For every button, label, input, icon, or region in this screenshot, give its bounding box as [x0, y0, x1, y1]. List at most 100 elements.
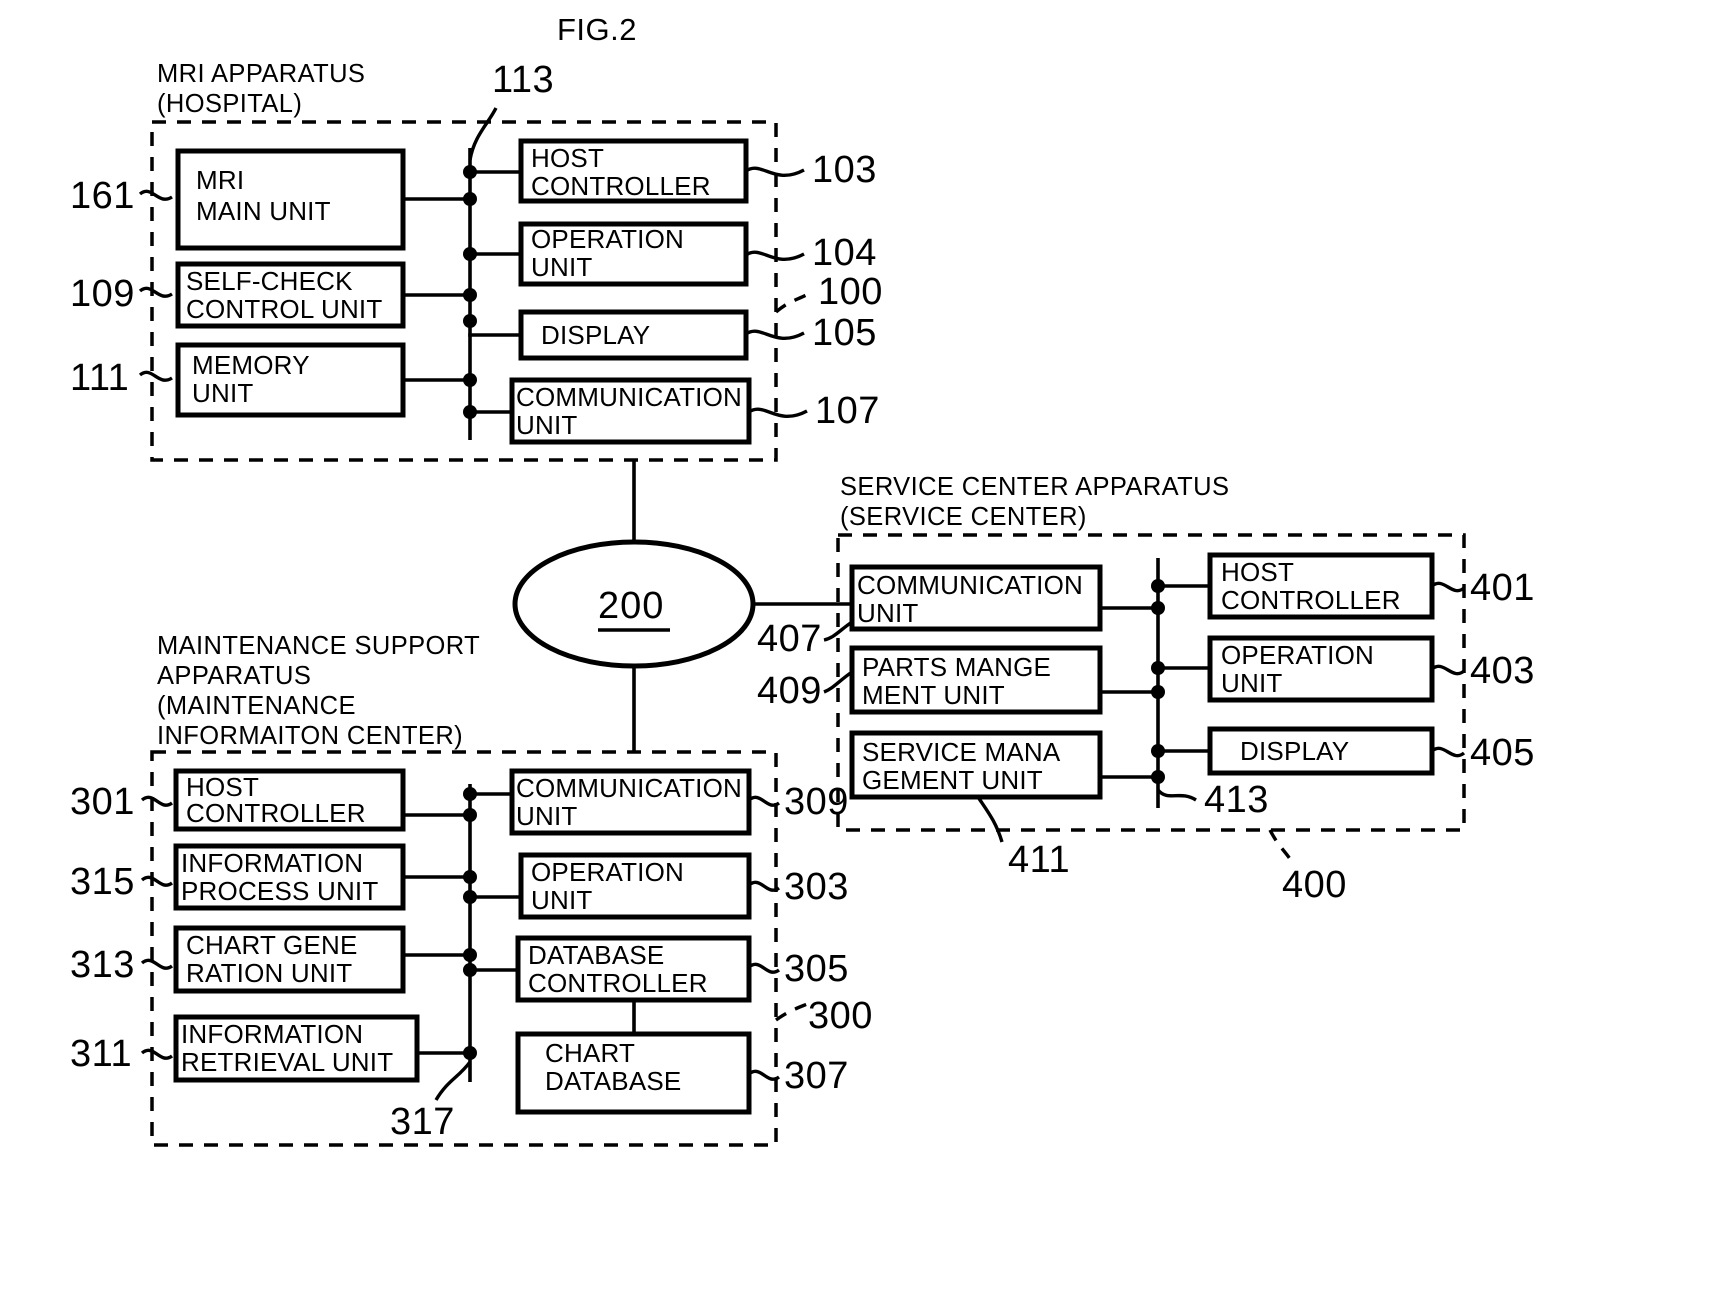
figure-canvas: FIG.2 MRI APPARATUS (HOSPITAL) 113 MRI M… — [0, 0, 1713, 1312]
ref-lead-313 — [140, 958, 174, 970]
ref-161: 161 — [70, 175, 135, 217]
ref-409: 409 — [757, 670, 822, 712]
service-display-label: DISPLAY — [1240, 736, 1349, 766]
ref-lead-400 — [1268, 829, 1294, 863]
bus-node — [463, 373, 477, 387]
ref-305: 305 — [784, 948, 849, 990]
ref-313: 313 — [70, 944, 135, 986]
bus-node — [463, 870, 477, 884]
ref-307: 307 — [784, 1055, 849, 1097]
bus-node — [1151, 770, 1165, 784]
mri-host-controller-label-line1: HOST — [531, 143, 604, 173]
service-group-title-line2: (SERVICE CENTER) — [840, 503, 1087, 531]
maintenance-operation-label-line1: OPERATION — [531, 857, 684, 887]
info-process-label-line1: INFORMATION — [181, 848, 363, 878]
service-mgmt-label-line2: GEMENT UNIT — [862, 765, 1043, 795]
bus-node — [1151, 601, 1165, 615]
ref-301: 301 — [70, 781, 135, 823]
ref-403: 403 — [1470, 650, 1535, 692]
chart-database-label-line1: CHART — [545, 1038, 635, 1068]
chart-generation-label-line1: CHART GENE — [186, 930, 358, 960]
maintenance-host-label-line2: CONTROLLER — [186, 798, 366, 828]
ref-lead-403 — [1430, 664, 1466, 676]
ref-100: 100 — [818, 271, 883, 313]
service-operation-label-line2: UNIT — [1221, 668, 1282, 698]
parts-mgmt-label-line1: PARTS MANGE — [862, 652, 1051, 682]
mri-operation-unit-label-line2: UNIT — [531, 252, 592, 282]
maintenance-comm-label-line2: UNIT — [516, 801, 577, 831]
maintenance-group-title-line1: MAINTENANCE SUPPORT — [157, 632, 480, 660]
ref-311: 311 — [70, 1033, 132, 1075]
bus-node — [463, 165, 477, 179]
ref-lead-103 — [745, 166, 805, 177]
chart-generation-label-line2: RATION UNIT — [186, 958, 352, 988]
ref-401: 401 — [1470, 567, 1535, 609]
bus-node — [463, 405, 477, 419]
service-host-label-line1: HOST — [1221, 557, 1294, 587]
mri-bus-ref-lead — [468, 107, 498, 161]
bus-node — [1151, 579, 1165, 593]
mri-host-controller-label-line2: CONTROLLER — [531, 171, 711, 201]
ref-107: 107 — [815, 390, 880, 432]
maintenance-bus-ref-lead — [434, 1060, 472, 1101]
ref-303: 303 — [784, 866, 849, 908]
bus-node — [463, 787, 477, 801]
ref-104: 104 — [812, 232, 877, 274]
info-retrieval-label-line1: INFORMATION — [181, 1019, 363, 1049]
figure-title: FIG.2 — [557, 12, 637, 47]
ref-315: 315 — [70, 861, 135, 903]
ref-lead-300 — [775, 1000, 813, 1022]
ref-111: 111 — [70, 357, 129, 399]
database-controller-label-line2: CONTROLLER — [528, 968, 708, 998]
ref-lead-100 — [774, 290, 813, 314]
maintenance-operation-label-line2: UNIT — [531, 885, 592, 915]
ref-407: 407 — [757, 618, 822, 660]
ref-lead-109 — [138, 286, 173, 298]
info-retrieval-label-line2: RETRIEVAL UNIT — [181, 1047, 393, 1077]
mri-comm-unit-label-line1: COMMUNICATION — [516, 382, 742, 412]
bus-node — [463, 247, 477, 261]
ref-317: 317 — [390, 1101, 455, 1143]
ref-lead-315 — [140, 875, 174, 887]
mri-group-title-line1: MRI APPARATUS — [157, 60, 365, 88]
ref-lead-411 — [976, 796, 1004, 843]
info-process-label-line2: PROCESS UNIT — [181, 876, 378, 906]
ref-lead-307 — [747, 1069, 781, 1081]
bus-node — [463, 1046, 477, 1060]
ref-lead-111 — [138, 370, 173, 382]
service-comm-label-line1: COMMUNICATION — [857, 570, 1083, 600]
ref-103: 103 — [812, 149, 877, 191]
service-operation-label-line1: OPERATION — [1221, 640, 1374, 670]
memory-unit-label-line1: MEMORY — [192, 350, 310, 380]
service-group-title-line1: SERVICE CENTER APPARATUS — [840, 473, 1229, 501]
ref-300: 300 — [808, 995, 873, 1037]
bus-node — [1151, 744, 1165, 758]
service-bus-ref-lead — [1156, 788, 1197, 802]
self-check-label-line1: SELF-CHECK — [186, 266, 353, 296]
ref-309: 309 — [784, 781, 849, 823]
parts-mgmt-label-line2: MENT UNIT — [862, 680, 1005, 710]
maintenance-group-title-line2: APPARATUS — [157, 662, 311, 690]
network-label: 200 — [598, 585, 664, 627]
bus-node — [463, 192, 477, 206]
ref-400: 400 — [1282, 864, 1347, 906]
database-controller-label-line1: DATABASE — [528, 940, 664, 970]
maintenance-comm-label-line1: COMMUNICATION — [516, 773, 742, 803]
ref-lead-401 — [1430, 581, 1466, 593]
service-host-label-line2: CONTROLLER — [1221, 585, 1401, 615]
ref-405: 405 — [1470, 732, 1535, 774]
ref-lead-107 — [748, 407, 808, 418]
block-diagram: FIG.2 MRI APPARATUS (HOSPITAL) 113 MRI M… — [70, 12, 1535, 1147]
mri-main-unit-label-line1: MRI — [196, 165, 244, 195]
mri-bus-ref: 113 — [492, 59, 554, 101]
mri-group-title-line2: (HOSPITAL) — [157, 90, 302, 118]
ref-lead-309 — [747, 795, 781, 807]
ref-105: 105 — [812, 312, 877, 354]
bus-node — [1151, 685, 1165, 699]
ref-411: 411 — [1008, 839, 1070, 881]
ref-lead-161 — [138, 189, 173, 201]
mri-display-label: DISPLAY — [541, 320, 650, 350]
ref-413: 413 — [1204, 779, 1269, 821]
bus-node — [1151, 661, 1165, 675]
ref-lead-301 — [140, 795, 174, 807]
